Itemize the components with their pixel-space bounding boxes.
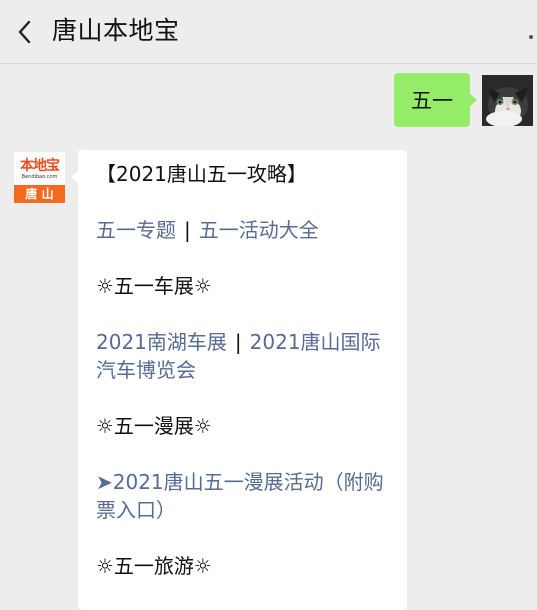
outgoing-message[interactable]: 五一 (394, 73, 477, 127)
chat-header: 唐山本地宝 (0, 0, 537, 64)
section-comic-show: ☼五一漫展☼ (96, 414, 212, 438)
logo-text: 本地宝 (20, 158, 60, 174)
link-may-day-topic[interactable]: 五一专题 (96, 218, 176, 242)
link-comic-show-activity[interactable]: ➤2021唐山五一漫展活动（附购 (96, 468, 393, 496)
links-row-2: 2021南湖车展 | 2021唐山国际 (96, 328, 393, 356)
user-avatar[interactable] (482, 75, 533, 126)
message-heading: 【2021唐山五一攻略】 (96, 162, 307, 186)
logo-city: 唐 山 (14, 185, 65, 203)
incoming-message: 【2021唐山五一攻略】 五一专题 | 五一活动大全 ☼五一车展☼ 2021南湖车展… (71, 150, 407, 610)
logo-domain: Bendibao.com (21, 174, 58, 180)
chevron-left-icon[interactable] (14, 18, 36, 46)
link-may-day-activities[interactable]: 五一活动大全 (199, 218, 319, 242)
link-nanhu-car-show[interactable]: 2021南湖车展 (96, 330, 227, 354)
link-tangshan-auto-expo-cont[interactable]: 汽车博览会 (96, 358, 196, 382)
link-separator: | (234, 330, 242, 354)
more-dots-icon[interactable] (529, 35, 533, 39)
links-row-2-cont: 汽车博览会 (96, 356, 393, 384)
chat-title: 唐山本地宝 (52, 16, 180, 45)
section-car-show: ☼五一车展☼ (96, 274, 212, 298)
cat-photo (482, 75, 533, 126)
link-tangshan-auto-expo[interactable]: 2021唐山国际 (250, 330, 381, 354)
outgoing-message-text: 五一 (411, 89, 453, 113)
links-row-1: 五一专题 | 五一活动大全 (96, 216, 393, 244)
official-account-avatar[interactable]: 本地宝 Bendibao.com 唐 山 (14, 152, 65, 203)
link-separator: | (184, 218, 191, 242)
link-comic-show-activity-cont[interactable]: 票入口） (96, 496, 393, 524)
section-travel: ☼五一旅游☼ (96, 554, 212, 578)
